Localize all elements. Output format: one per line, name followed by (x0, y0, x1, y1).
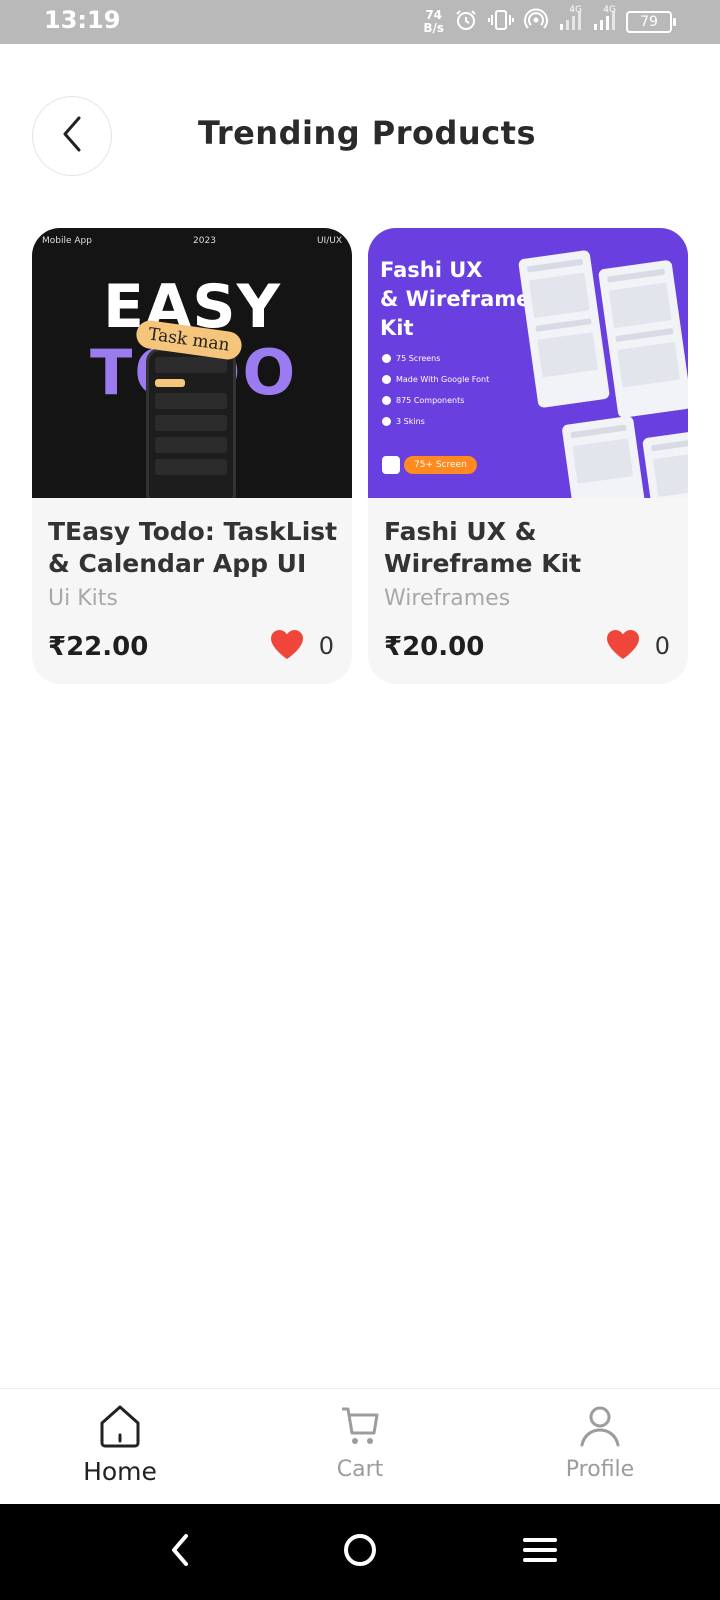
nav-cart[interactable]: Cart (280, 1403, 440, 1482)
product-title[interactable]: Fashi UX & Wireframe Kit (384, 516, 676, 580)
page-title: Trending Products (198, 114, 536, 152)
system-navigation-bar (0, 1504, 720, 1600)
heart-icon[interactable] (269, 628, 305, 664)
system-back-button[interactable] (160, 1532, 200, 1572)
nav-profile-label: Profile (565, 1457, 635, 1482)
product-card[interactable]: Fashi UX & Wireframe Kit 75 Screens Made… (368, 228, 688, 684)
hotspot-icon (524, 8, 548, 36)
product-price: ₹22.00 (48, 632, 149, 662)
thumb-feature: Made With Google Font (382, 375, 489, 384)
check-icon (382, 396, 391, 405)
product-title[interactable]: TEasy Todo: TaskList & Calendar App UI .… (48, 516, 340, 580)
like-control: 0 (605, 628, 670, 664)
vibrate-icon (488, 9, 514, 35)
status-bar: 13:19 74 B/s 4G 4G 79 (0, 0, 720, 44)
alarm-icon (454, 8, 478, 36)
product-category: Wireframes (384, 586, 511, 611)
nav-home[interactable]: Home (40, 1403, 200, 1486)
circle-icon (342, 1532, 378, 1572)
bottom-navigation: Home Cart Profile (0, 1388, 720, 1504)
check-icon (382, 375, 391, 384)
wireframe-mockup (561, 415, 647, 498)
like-control: 0 (269, 628, 334, 664)
phone-mockup (146, 348, 236, 498)
product-thumbnail[interactable]: Fashi UX & Wireframe Kit 75 Screens Made… (368, 228, 688, 498)
nav-cart-label: Cart (336, 1457, 384, 1482)
home-icon (96, 1405, 144, 1453)
back-button[interactable] (32, 96, 112, 176)
like-count: 0 (654, 632, 670, 660)
status-time: 13:19 (44, 6, 121, 34)
figma-icon (382, 456, 400, 474)
nav-profile[interactable]: Profile (520, 1403, 680, 1482)
battery-icon: 79 (626, 11, 676, 33)
check-icon (382, 417, 391, 426)
product-card[interactable]: Mobile App 2023 UI/UX EASY TODO Task man… (32, 228, 352, 684)
product-thumbnail[interactable]: Mobile App 2023 UI/UX EASY TODO Task man (32, 228, 352, 498)
system-home-button[interactable] (340, 1532, 380, 1572)
chevron-left-icon (168, 1532, 192, 1572)
user-icon (576, 1406, 624, 1453)
wireframe-mockup (642, 430, 688, 498)
signal-sim2-icon: 4G (592, 5, 616, 36)
thumb-feature: 75 Screens (382, 354, 440, 363)
thumb-feature: 3 Skins (382, 417, 425, 426)
wireframe-mockup (517, 249, 611, 409)
product-price: ₹20.00 (384, 632, 485, 662)
chevron-left-icon (57, 114, 87, 158)
like-count: 0 (318, 632, 334, 660)
thumb-feature: 875 Components (382, 396, 464, 405)
system-recents-button[interactable] (520, 1532, 560, 1572)
check-icon (382, 354, 391, 363)
status-icons: 74 B/s 4G 4G 79 (423, 5, 676, 39)
product-category: Ui Kits (48, 586, 118, 611)
signal-sim1-icon: 4G (558, 5, 582, 36)
wireframe-mockup (597, 259, 688, 419)
cart-icon (336, 1407, 384, 1453)
thumb-headline: Fashi UX & Wireframe Kit (380, 258, 531, 340)
heart-icon[interactable] (605, 628, 641, 664)
menu-icon (522, 1535, 558, 1569)
nav-home-label: Home (83, 1457, 157, 1486)
thumb-pill: 75+ Screen (404, 456, 477, 474)
network-speed: 74 B/s (423, 8, 444, 35)
